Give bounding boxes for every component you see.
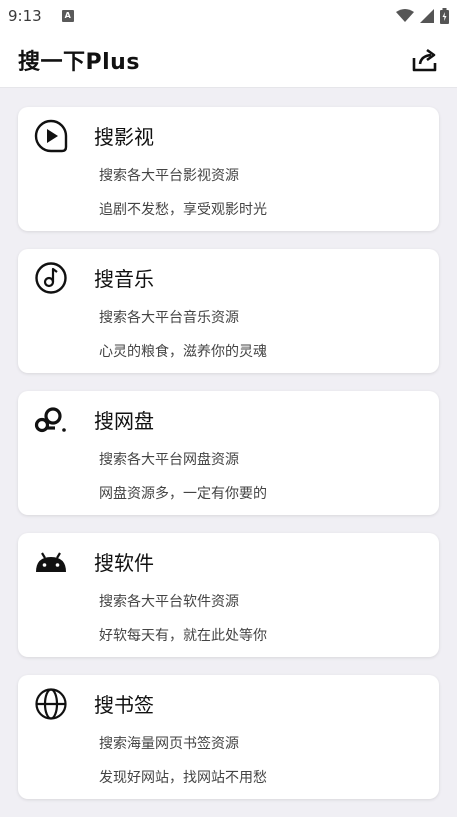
music-icon bbox=[34, 261, 68, 295]
status-time: 9:13 bbox=[8, 7, 42, 25]
card-subtitle: 搜索海量网页书签资源 bbox=[99, 736, 239, 752]
cloud-drive-icon bbox=[34, 403, 68, 437]
card-software[interactable]: 搜软件 搜索各大平台软件资源 好软每天有，就在此处等你 bbox=[18, 533, 439, 657]
battery-icon bbox=[440, 8, 449, 24]
card-subtitle: 搜索各大平台网盘资源 bbox=[99, 452, 239, 468]
card-title: 搜软件 bbox=[94, 551, 154, 575]
page-title: 搜一下Plus bbox=[18, 49, 140, 75]
card-title: 搜书签 bbox=[94, 693, 154, 717]
card-title: 搜网盘 bbox=[94, 409, 154, 433]
status-bar: 9:13 A bbox=[0, 0, 457, 32]
card-title: 搜影视 bbox=[94, 125, 154, 149]
card-subtitle: 搜索各大平台影视资源 bbox=[99, 168, 239, 184]
share-icon bbox=[412, 48, 437, 71]
globe-icon bbox=[34, 687, 68, 721]
card-tagline: 追剧不发愁，享受观影时光 bbox=[99, 202, 267, 218]
card-cloud-drive[interactable]: 搜网盘 搜索各大平台网盘资源 网盘资源多，一定有你要的 bbox=[18, 391, 439, 515]
card-subtitle: 搜索各大平台软件资源 bbox=[99, 594, 239, 610]
card-music[interactable]: 搜音乐 搜索各大平台音乐资源 心灵的粮食，滋养你的灵魂 bbox=[18, 249, 439, 373]
card-tagline: 网盘资源多，一定有你要的 bbox=[99, 486, 267, 502]
card-tagline: 发现好网站，找网站不用愁 bbox=[99, 770, 267, 786]
status-icons bbox=[396, 8, 449, 24]
wifi-icon bbox=[396, 9, 414, 22]
card-list: 搜影视 搜索各大平台影视资源 追剧不发愁，享受观影时光 搜音乐 搜索各大平台音乐… bbox=[18, 107, 439, 817]
card-title: 搜音乐 bbox=[94, 267, 154, 291]
android-icon bbox=[34, 545, 68, 579]
app-bar: 搜一下Plus bbox=[0, 32, 457, 88]
play-circle-icon bbox=[34, 119, 68, 153]
a-notification-icon: A bbox=[61, 10, 74, 22]
card-tagline: 好软每天有，就在此处等你 bbox=[99, 628, 267, 644]
signal-icon bbox=[420, 9, 434, 23]
card-bookmarks[interactable]: 搜书签 搜索海量网页书签资源 发现好网站，找网站不用愁 bbox=[18, 675, 439, 799]
card-tagline: 心灵的粮食，滋养你的灵魂 bbox=[99, 344, 267, 360]
card-subtitle: 搜索各大平台音乐资源 bbox=[99, 310, 239, 326]
share-button[interactable] bbox=[411, 46, 439, 74]
card-movies[interactable]: 搜影视 搜索各大平台影视资源 追剧不发愁，享受观影时光 bbox=[18, 107, 439, 231]
